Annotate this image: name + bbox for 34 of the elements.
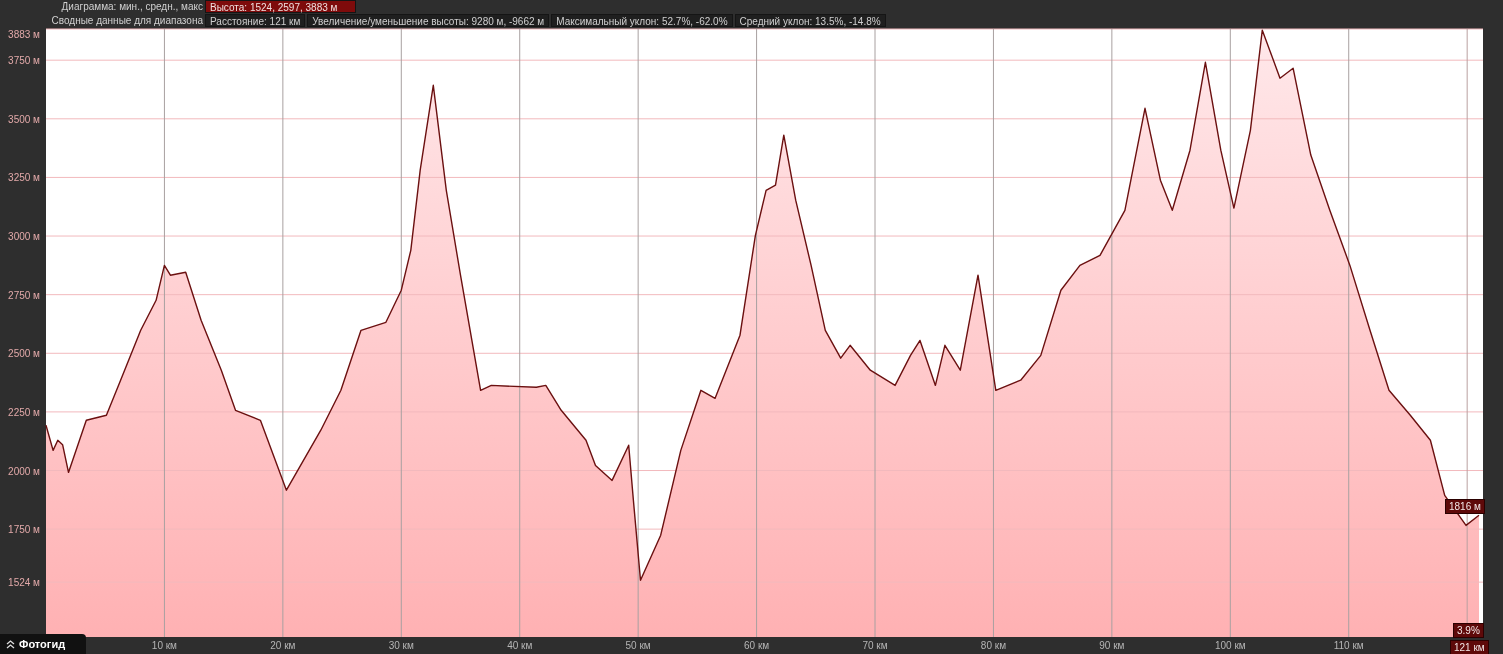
y-axis-label: 3883 м [8,29,40,40]
summary-stat: Максимальный уклон: 52.7%, -62.0% [551,14,733,27]
x-axis-label: 110 км [1333,640,1364,651]
y-axis-label: 2500 м [8,348,40,360]
elevation-stats: Высота: 1524, 2597, 3883 м [205,0,357,13]
y-axis-label: 3750 м [8,55,40,67]
cursor-elevation-label: 1816 м [1445,499,1485,515]
y-axis-label: 1524 м [8,577,40,589]
y-axis-label: 3500 м [8,113,40,125]
summary-label: Сводные данные для диапазона [50,14,203,27]
x-axis-label: 90 км [1099,640,1125,651]
x-axis-label: 40 км [507,640,533,651]
summary-stat: Увеличение/уменьшение высоты: 9280 м, -9662 м [307,14,550,27]
x-axis-label: 60 км [744,640,770,651]
photo-guide-button[interactable]: Фотогид [0,634,86,654]
cursor-distance-label: 121 км [1450,640,1489,654]
y-axis-label: 2000 м [8,465,40,477]
y-axis-label: 2250 м [8,406,40,418]
double-chevron-up-icon [6,639,15,649]
summary-stat: Средний уклон: 13.5%, -14.8% [734,14,886,27]
x-axis-label: 20 км [270,640,296,651]
summary-stat: Расстояние: 121 км [205,14,306,27]
x-axis-label: 70 км [862,640,888,651]
x-axis-label: 80 км [980,640,1006,651]
y-axis-label: 1750 м [8,524,40,536]
cursor-grade-label: 3.9% [1453,623,1484,638]
y-axis-label: 3250 м [8,172,40,184]
y-axis-label: 2750 м [8,289,40,301]
x-axis-label: 30 км [388,640,414,651]
x-axis-label: 100 км [1214,640,1246,651]
chart-label: Диаграмма: мин., средн., макс [60,0,203,13]
x-axis-label: 50 км [625,640,651,651]
y-axis-label: 3000 м [8,231,40,243]
x-axis-label: 10 км [151,640,177,651]
